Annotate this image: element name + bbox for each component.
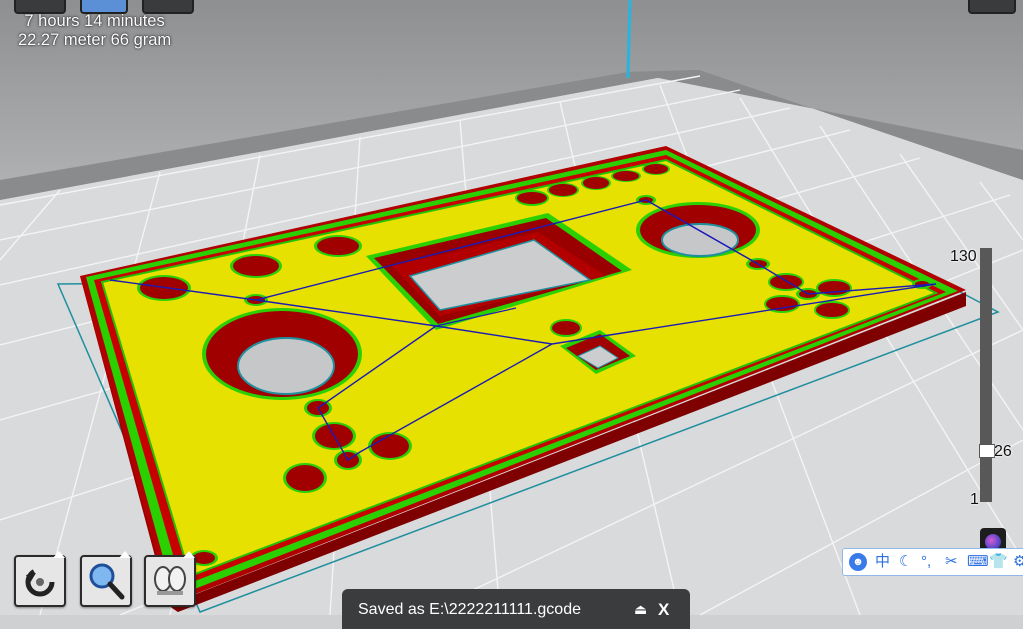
ime-language-toggle[interactable]: 中 [875, 553, 890, 571]
layer-slider-handle[interactable] [979, 444, 995, 458]
view-button[interactable] [144, 551, 196, 607]
zoom-menu-indicator [119, 551, 131, 558]
rotate-icon [25, 567, 55, 597]
ime-moon-icon[interactable]: ☾ [899, 553, 912, 571]
large-hole-right-floor [661, 223, 739, 257]
layer-slider[interactable] [980, 248, 992, 502]
layer-min-label: 1 [970, 491, 979, 508]
feet-icon [154, 566, 186, 595]
layer-current-label: 26 [994, 443, 1012, 460]
close-notification-button[interactable]: X [658, 600, 669, 620]
rotate-menu-indicator [53, 551, 65, 558]
ime-toolbar[interactable]: ☻ 中 ☾ °, ✂ ⌨ 👕 ⚙ [842, 548, 1023, 576]
top-button-right[interactable] [968, 0, 1016, 14]
view-menu-indicator [183, 551, 195, 558]
ime-avatar-icon[interactable]: ☻ [849, 553, 867, 571]
zoom-icon [89, 563, 125, 600]
3d-viewport[interactable] [0, 0, 1023, 615]
zoom-button[interactable] [80, 551, 132, 607]
eject-icon[interactable]: ⏏ [634, 601, 647, 618]
z-axis [626, 0, 632, 79]
rotate-button[interactable] [14, 551, 66, 607]
ime-skin-icon[interactable]: 👕 [989, 553, 1008, 571]
build-plate-scene[interactable] [0, 0, 1023, 615]
print-time: 7 hours 14 minutes [24, 12, 165, 30]
print-material: 22.27 meter 66 gram [18, 31, 172, 49]
save-notification: Saved as E:\2222211111.gcode ⏏ X [342, 589, 690, 629]
ime-keyboard-icon[interactable]: ⌨ [967, 553, 989, 571]
ime-scissors-icon[interactable]: ✂ [945, 553, 958, 571]
save-notification-text: Saved as E:\2222211111.gcode [358, 601, 581, 618]
print-estimate: 7 hours 14 minutes 22.27 meter 66 gram [18, 12, 171, 50]
ime-punctuation-icon[interactable]: °, [921, 553, 931, 571]
large-hole-left-floor [237, 337, 335, 395]
layer-max-label: 130 [950, 248, 977, 265]
ime-settings-icon[interactable]: ⚙ [1013, 553, 1023, 571]
